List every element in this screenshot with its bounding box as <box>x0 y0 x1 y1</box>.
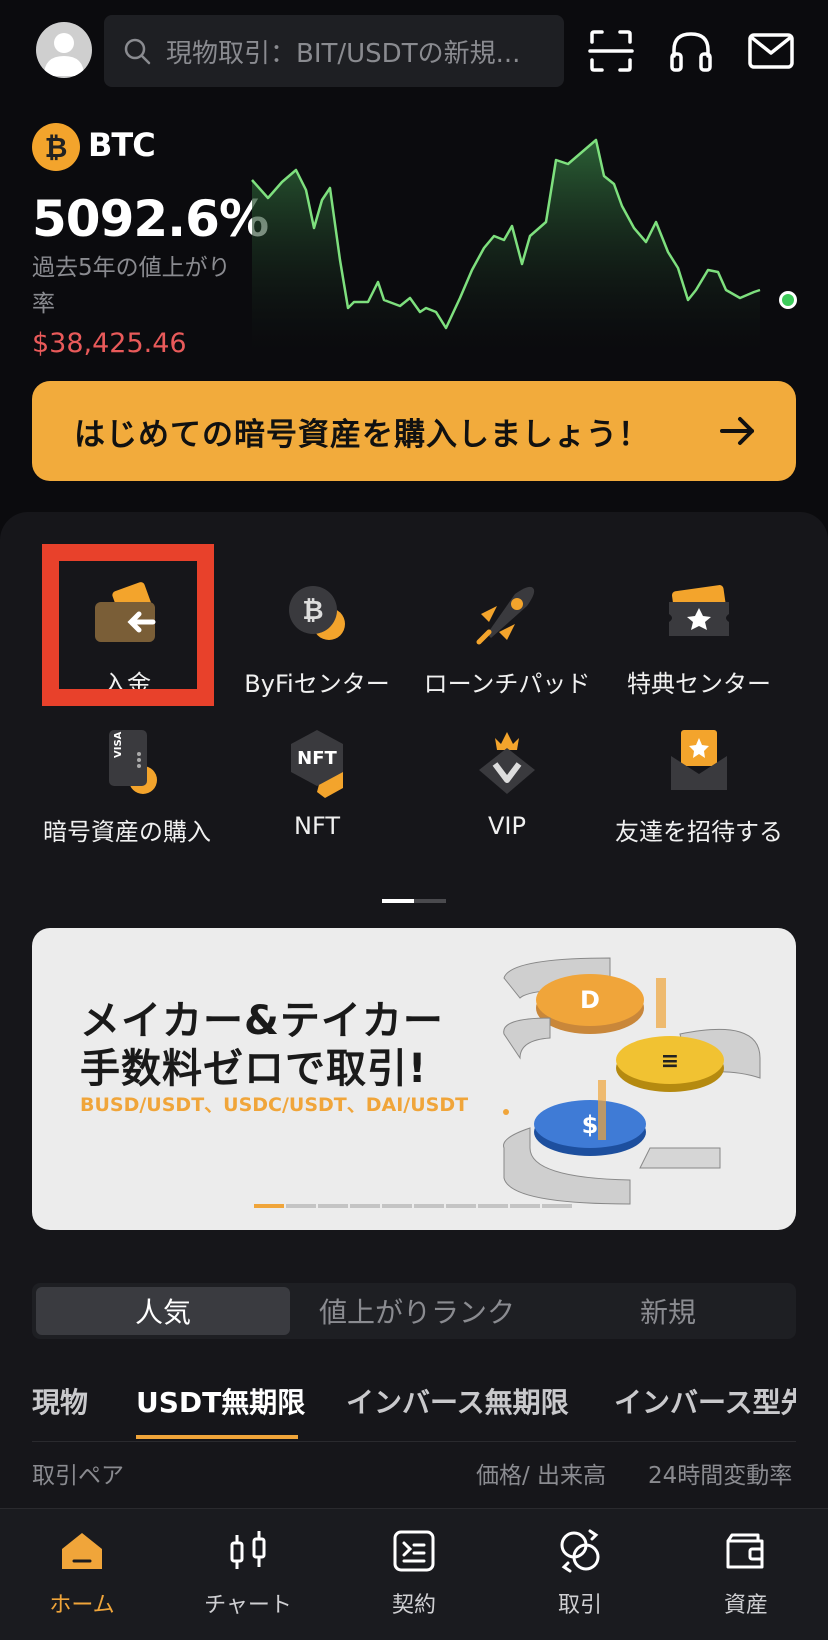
cta-label: はじめての暗号資産を購入しましょう！ <box>74 416 650 453</box>
quick-action-nft[interactable]: NFT NFT <box>222 708 412 848</box>
price-sparkline-chart[interactable] <box>250 130 802 350</box>
tab-inverse-futures-clip: インバース型先 <box>614 1376 796 1422</box>
vip-crown-icon <box>479 732 535 794</box>
svg-text:$: $ <box>582 1111 599 1139</box>
nav-label: 資産 <box>723 1593 768 1618</box>
arrow-right-icon <box>720 417 754 445</box>
nav-label: チャート <box>204 1593 292 1618</box>
quick-action-byfi[interactable]: ₿ ByFiセンター <box>222 560 412 700</box>
tab-inverse-futures[interactable]: インバース型先 <box>614 1381 796 1421</box>
invite-envelope-icon <box>671 730 727 790</box>
nav-chart[interactable]: チャート <box>178 1527 318 1619</box>
quick-action-buy-crypto[interactable]: VISA 暗号資産の購入 <box>32 708 222 848</box>
change-percentage: 5092.6% <box>32 190 269 248</box>
segment-gainers[interactable]: 値上がりランク <box>290 1287 544 1335</box>
svg-text:NFT: NFT <box>297 748 337 769</box>
svg-text:D: D <box>580 986 600 1014</box>
buy-crypto-cta-button[interactable]: はじめての暗号資産を購入しましょう！ <box>32 381 796 481</box>
banner-title-line2: 手数料ゼロで取引! <box>80 1046 428 1092</box>
scan-icon[interactable] <box>586 26 636 76</box>
banner-carousel-indicator <box>254 1204 572 1208</box>
search-icon <box>124 38 151 65</box>
column-header-24h-change[interactable]: 24時間変動率 <box>648 1456 792 1490</box>
coin-name: BTC <box>88 126 156 164</box>
quick-action-label: 暗号資産の購入 <box>43 818 211 846</box>
user-icon <box>44 33 84 76</box>
quick-action-label: NFT <box>294 812 340 840</box>
wallet-icon <box>726 1533 764 1569</box>
tabs-divider <box>32 1441 796 1442</box>
btc-coin-icon: ₿ <box>32 123 80 171</box>
search-bar[interactable]: 現物取引：BIT/USDTの新規... <box>104 15 564 87</box>
nft-icon: NFT <box>291 730 343 798</box>
search-placeholder: 現物取引：BIT/USDTの新規... <box>166 38 521 69</box>
contract-icon <box>393 1530 435 1572</box>
tab-inverse-perpetual[interactable]: インバース無期限 <box>346 1381 569 1421</box>
nav-label: 契約 <box>391 1593 436 1618</box>
column-header-price-volume[interactable]: 価格/ 出来高 <box>476 1456 606 1490</box>
quick-action-vip[interactable]: VIP <box>412 708 602 848</box>
market-segment-control: 人気 値上がりランク 新規 <box>32 1283 796 1339</box>
avatar[interactable] <box>36 22 92 78</box>
quick-action-label: 友達を招待する <box>615 818 783 846</box>
column-header-pair[interactable]: 取引ペア <box>32 1456 124 1490</box>
active-tab-underline <box>136 1435 298 1439</box>
byfi-bitcoin-icon: ₿ <box>289 586 345 640</box>
quick-action-label: 特典センター <box>627 670 771 698</box>
trade-swap-icon <box>560 1529 600 1573</box>
launchpad-rocket-icon <box>476 586 535 645</box>
quick-action-label: VIP <box>488 812 526 840</box>
quick-action-rewards[interactable]: 特典センター <box>604 560 794 700</box>
mail-icon[interactable] <box>746 26 796 76</box>
nav-contract[interactable]: 契約 <box>344 1527 484 1619</box>
coin-price: $38,425.46 <box>32 328 187 359</box>
tab-usdt-perpetual[interactable]: USDT無期限 <box>136 1381 305 1421</box>
nav-assets[interactable]: 資産 <box>676 1527 816 1619</box>
quick-action-label: ByFiセンター <box>244 670 390 698</box>
svg-text:₿: ₿ <box>302 596 323 626</box>
svg-text:≡: ≡ <box>661 1049 679 1074</box>
nav-trade[interactable]: 取引 <box>510 1527 650 1619</box>
candlestick-icon <box>230 1531 266 1569</box>
home-icon <box>62 1533 102 1569</box>
svg-text:VISA: VISA <box>113 731 124 758</box>
visa-card-icon: VISA <box>109 730 157 794</box>
headset-icon[interactable] <box>666 26 716 76</box>
reward-ticket-icon <box>669 585 729 636</box>
nav-label: ホーム <box>49 1593 115 1618</box>
quick-action-invite[interactable]: 友達を招待する <box>604 708 794 848</box>
nav-home[interactable]: ホーム <box>12 1527 152 1619</box>
coins-illustration: D ≡ $ <box>503 957 761 1205</box>
deposit-highlight-box <box>42 544 214 706</box>
tab-spot[interactable]: 現物 <box>32 1381 88 1421</box>
bottom-navigation: ホーム チャート 契約 取引 資産 <box>0 1508 828 1640</box>
quick-action-label: ローンチパッド <box>423 670 591 698</box>
segment-popular[interactable]: 人気 <box>36 1287 290 1335</box>
change-description: 過去5年の値上がり率 <box>32 255 231 317</box>
banner-subtitle: BUSD/USDT、USDC/USDT、DAI/USDT <box>80 1094 469 1116</box>
quick-actions-page-indicator <box>382 899 446 903</box>
quick-action-launchpad[interactable]: ローンチパッド <box>412 560 602 700</box>
nav-label: 取引 <box>557 1593 602 1618</box>
segment-new[interactable]: 新規 <box>544 1287 792 1335</box>
promo-banner[interactable]: メイカー&テイカー 手数料ゼロで取引! BUSD/USDT、USDC/USDT、… <box>32 928 796 1230</box>
